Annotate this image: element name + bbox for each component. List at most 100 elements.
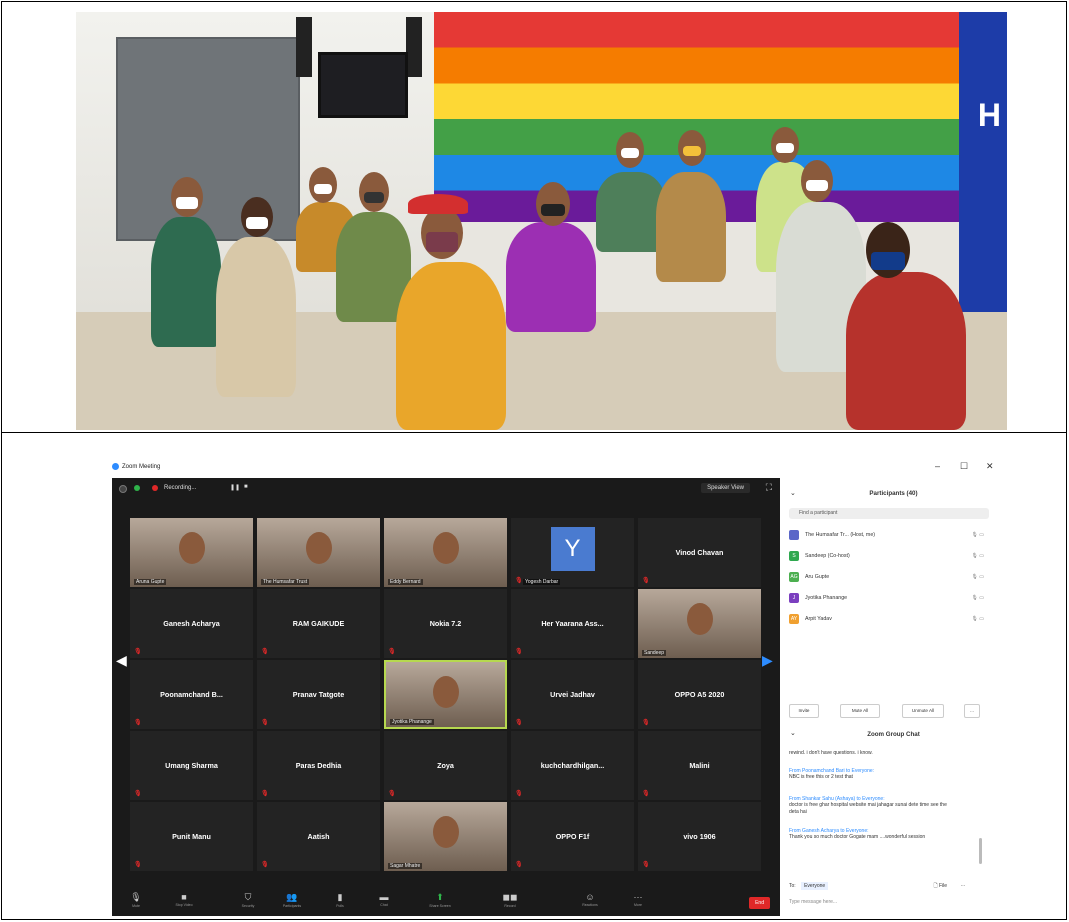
chat-text: NBC is free this or 2 test that: [789, 774, 853, 781]
video-tile[interactable]: kuchchardhilgan... 🎙: [511, 731, 634, 800]
mic-camera-status-icon: 🎙 ▭: [971, 574, 984, 580]
participant-name: Malini: [689, 761, 710, 770]
file-icon[interactable]: 🗋: [934, 883, 938, 889]
video-tile[interactable]: Poonamchand B... 🎙: [130, 660, 253, 729]
person: [846, 272, 966, 430]
video-tile[interactable]: The Humsafar Trust: [257, 518, 380, 587]
participant-name: Aatish: [307, 832, 330, 841]
participant-row[interactable]: J Jyotika Phanange 🎙 ▭: [789, 591, 984, 605]
reactions-button[interactable]: ☺ Reactions: [570, 892, 610, 907]
video-tile[interactable]: Zoya 🎙: [384, 731, 507, 800]
participant-row[interactable]: AY Arpit Yadav 🎙 ▭: [789, 612, 984, 626]
video-tile[interactable]: Pranav Tatgote 🎙: [257, 660, 380, 729]
video-tile[interactable]: Sagar Mhatre: [384, 802, 507, 871]
video-tile[interactable]: Nokia 7.2 🎙: [384, 589, 507, 658]
muted-mic-icon: 🎙: [261, 862, 269, 868]
participants-header: Participants (40): [869, 490, 918, 497]
toolbar-label: Chat: [380, 903, 388, 907]
avatar: AG: [789, 572, 799, 582]
video-tile[interactable]: Sandeep: [638, 589, 761, 658]
encryption-shield-icon[interactable]: [134, 485, 140, 491]
file-button[interactable]: File: [939, 883, 947, 889]
more-button[interactable]: ··· More: [618, 892, 658, 907]
participant-list-name: Jyotika Phanange: [805, 595, 848, 601]
video-tile[interactable]: vivo 1906 🎙: [638, 802, 761, 871]
video-tile[interactable]: Vinod Chavan 🎙: [638, 518, 761, 587]
chat-message: From Ganesh Acharya to Everyone: Thank yo…: [789, 828, 954, 841]
chat-button[interactable]: ▬ Chat: [364, 892, 404, 907]
security-button[interactable]: ⛉ Security: [228, 892, 268, 908]
previous-page-arrow-icon[interactable]: ◀: [116, 652, 127, 669]
share-screen-button[interactable]: ⬆ Share Screen: [420, 892, 460, 908]
video-tile[interactable]: Her Yaarana Ass... 🎙: [511, 589, 634, 658]
chat-scrollbar[interactable]: [979, 838, 982, 864]
speaker-view-button[interactable]: Speaker View: [701, 483, 750, 493]
video-tile[interactable]: Punit Manu 🎙: [130, 802, 253, 871]
video-tile[interactable]: RAM GAIKUDE 🎙: [257, 589, 380, 658]
close-button[interactable]: ✕: [986, 461, 994, 472]
participants-icon: 👥: [286, 892, 298, 902]
muted-mic-icon: 🎙: [515, 791, 523, 797]
wall-tv: [318, 52, 408, 118]
participant-row[interactable]: AG Aru Gupte 🎙 ▭: [789, 570, 984, 584]
pause-recording-icon[interactable]: ❚❚: [230, 484, 240, 491]
polls-button[interactable]: ▮ Polls: [320, 892, 360, 908]
toolbar-label: Security: [241, 904, 255, 908]
video-tile[interactable]: Eddy Bernard: [384, 518, 507, 587]
video-tile[interactable]: OPPO A5 2020 🎙: [638, 660, 761, 729]
video-tile[interactable]: Paras Dedhia 🎙: [257, 731, 380, 800]
video-tile[interactable]: Ganesh Acharya 🎙: [130, 589, 253, 658]
participant-name: Aruna Gupte: [134, 579, 167, 585]
muted-mic-icon: 🎙: [642, 862, 650, 868]
end-meeting-button[interactable]: End: [749, 897, 770, 909]
video-tile[interactable]: Jyotika Phanange: [384, 660, 507, 729]
info-icon[interactable]: [119, 485, 127, 493]
muted-mic-icon: 🎙: [388, 649, 396, 655]
participant-search-input[interactable]: Find a participant: [789, 508, 989, 519]
more-options-button[interactable]: ...: [964, 704, 980, 718]
participant-row[interactable]: The Humsafar Tr... (Host, me) 🎙 ▭: [789, 528, 984, 542]
record-button[interactable]: ◼◼ Record: [490, 892, 530, 908]
invite-button[interactable]: Invite: [789, 704, 819, 718]
stop-recording-icon[interactable]: ■: [244, 484, 248, 490]
participant-video: [384, 518, 507, 587]
cabinet: [116, 37, 300, 241]
muted-mic-icon: 🎙: [388, 791, 396, 797]
chat-icon: ▬: [379, 892, 389, 902]
maximize-button[interactable]: ☐: [960, 461, 968, 472]
participant-name: OPPO F1f: [555, 832, 590, 841]
toolbar-label: Record: [504, 904, 516, 908]
unmute-all-button[interactable]: Unmute All: [902, 704, 944, 718]
video-tile[interactable]: Urvei Jadhav 🎙: [511, 660, 634, 729]
mic-camera-status-icon: 🎙 ▭: [971, 553, 984, 559]
mute-button[interactable]: 🎙 Mute: [116, 892, 156, 908]
chat-text: doctor is free ghar hospital website mai…: [789, 802, 947, 815]
toolbar-label: Participants: [282, 904, 302, 908]
muted-mic-icon: 🎙: [261, 649, 269, 655]
speaker: [296, 17, 312, 77]
participant-name: RAM GAIKUDE: [292, 619, 345, 628]
video-tile[interactable]: OPPO F1f 🎙: [511, 802, 634, 871]
video-tile[interactable]: Umang Sharma 🎙: [130, 731, 253, 800]
participant-name: Sagar Mhatre: [388, 863, 423, 869]
polls-icon: ▮: [337, 892, 343, 902]
participant-row[interactable]: S Sandeep (Co-host) 🎙 ▭: [789, 549, 984, 563]
person: [506, 222, 596, 332]
participants-button[interactable]: 👥 Participants: [272, 892, 312, 908]
minimize-button[interactable]: –: [935, 461, 940, 471]
chat-message-input[interactable]: Type message here...: [789, 899, 837, 905]
video-tile[interactable]: Y Yogesh Darbar 🎙: [511, 518, 634, 587]
video-tile[interactable]: Malini 🎙: [638, 731, 761, 800]
participant-name: kuchchardhilgan...: [540, 761, 605, 770]
fullscreen-icon[interactable]: ⛶: [766, 482, 772, 493]
participant-name: Yogesh Darbar: [523, 579, 561, 585]
video-tile[interactable]: Aatish 🎙: [257, 802, 380, 871]
recipient-select[interactable]: Everyone: [801, 882, 829, 890]
video-tile[interactable]: Aruna Gupte: [130, 518, 253, 587]
mute-all-button[interactable]: Mute All: [840, 704, 880, 718]
next-page-arrow-icon[interactable]: ▶: [762, 652, 773, 669]
muted-mic-icon: 🎙: [642, 578, 650, 584]
chat-more-icon[interactable]: ···: [960, 883, 965, 889]
participant-list-name: Aru Gupte: [805, 574, 830, 580]
stop-video-button[interactable]: ■ Stop Video: [164, 892, 204, 907]
